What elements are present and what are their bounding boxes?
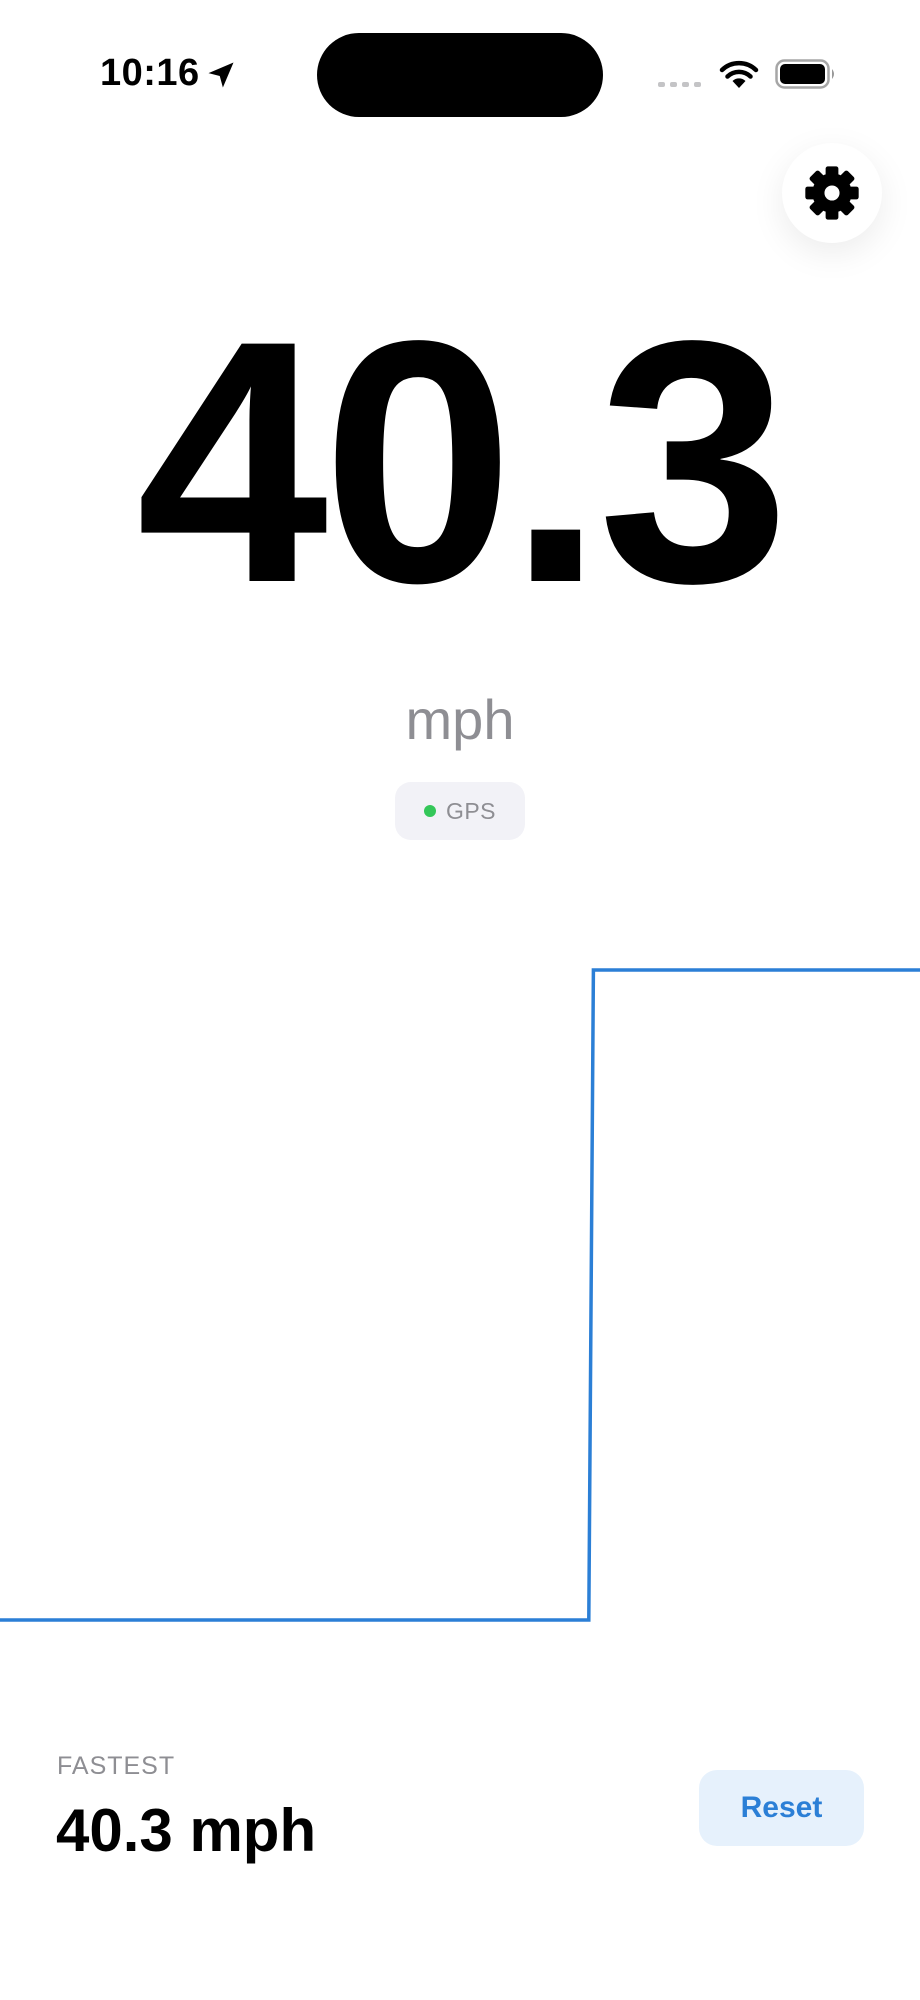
battery-icon	[775, 59, 834, 89]
current-speed-value: 40.3	[136, 270, 789, 655]
gps-status-badge: GPS	[395, 782, 525, 840]
gear-icon	[805, 166, 859, 220]
location-arrow-icon	[208, 62, 234, 88]
gps-status-dot	[423, 805, 436, 817]
dynamic-island	[317, 33, 603, 117]
gps-label: GPS	[445, 797, 497, 824]
cellular-signal-icon	[658, 82, 701, 87]
speed-unit: mph	[405, 688, 515, 751]
reset-button[interactable]: Reset	[699, 1770, 864, 1846]
wifi-icon	[719, 60, 759, 88]
fastest-label: FASTEST	[57, 1752, 176, 1780]
fastest-speed-value: 40.3 mph	[56, 1797, 317, 1864]
status-time: 10:16	[100, 52, 200, 94]
status-bar: 10:16	[0, 0, 920, 150]
speed-history-chart	[0, 968, 920, 1622]
settings-button[interactable]	[782, 143, 882, 243]
speed-series-line-0	[0, 968, 920, 1622]
